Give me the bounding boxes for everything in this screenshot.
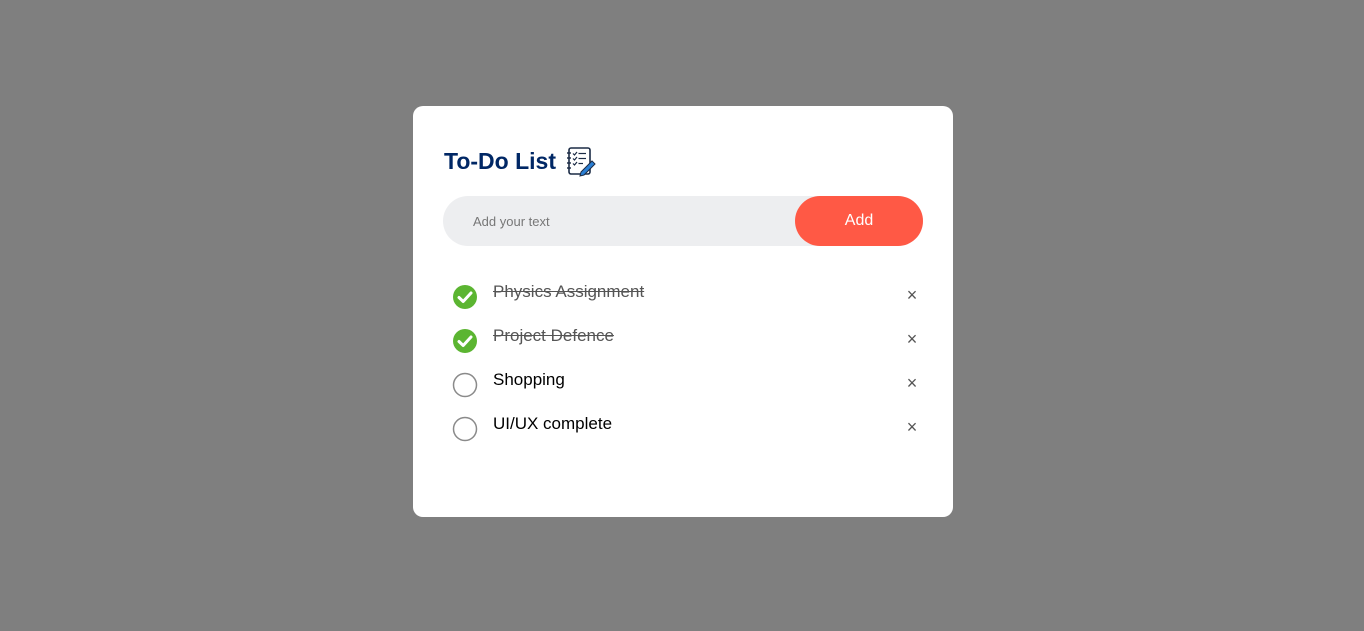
list-item[interactable]: UI/UX complete ×	[452, 408, 922, 452]
task-input[interactable]	[443, 196, 795, 246]
list-item[interactable]: Shopping ×	[452, 364, 922, 408]
title-row: To-Do List	[444, 144, 596, 178]
notepad-checklist-icon	[556, 145, 596, 177]
task-label: Project Defence	[493, 326, 614, 345]
close-icon[interactable]: ×	[902, 329, 922, 349]
list-item[interactable]: Physics Assignment ×	[452, 276, 922, 320]
close-icon[interactable]: ×	[902, 285, 922, 305]
page-title: To-Do List	[444, 148, 556, 174]
list-item[interactable]: Project Defence ×	[452, 320, 922, 364]
unchecked-icon[interactable]	[452, 416, 478, 442]
add-task-row: Add	[443, 196, 923, 246]
unchecked-icon[interactable]	[452, 372, 478, 398]
checked-icon[interactable]	[452, 284, 478, 310]
todo-card: To-Do List Add Physics Assignment×Projec…	[413, 106, 953, 517]
task-label: UI/UX complete	[493, 414, 613, 433]
task-label: Shopping	[493, 370, 565, 389]
task-label: Physics Assignment	[493, 282, 645, 301]
close-icon[interactable]: ×	[902, 417, 922, 437]
checked-icon[interactable]	[452, 328, 478, 354]
add-button[interactable]: Add	[795, 196, 923, 246]
close-icon[interactable]: ×	[902, 373, 922, 393]
task-list: Physics Assignment × Project Defence × Shopp…	[452, 276, 922, 452]
